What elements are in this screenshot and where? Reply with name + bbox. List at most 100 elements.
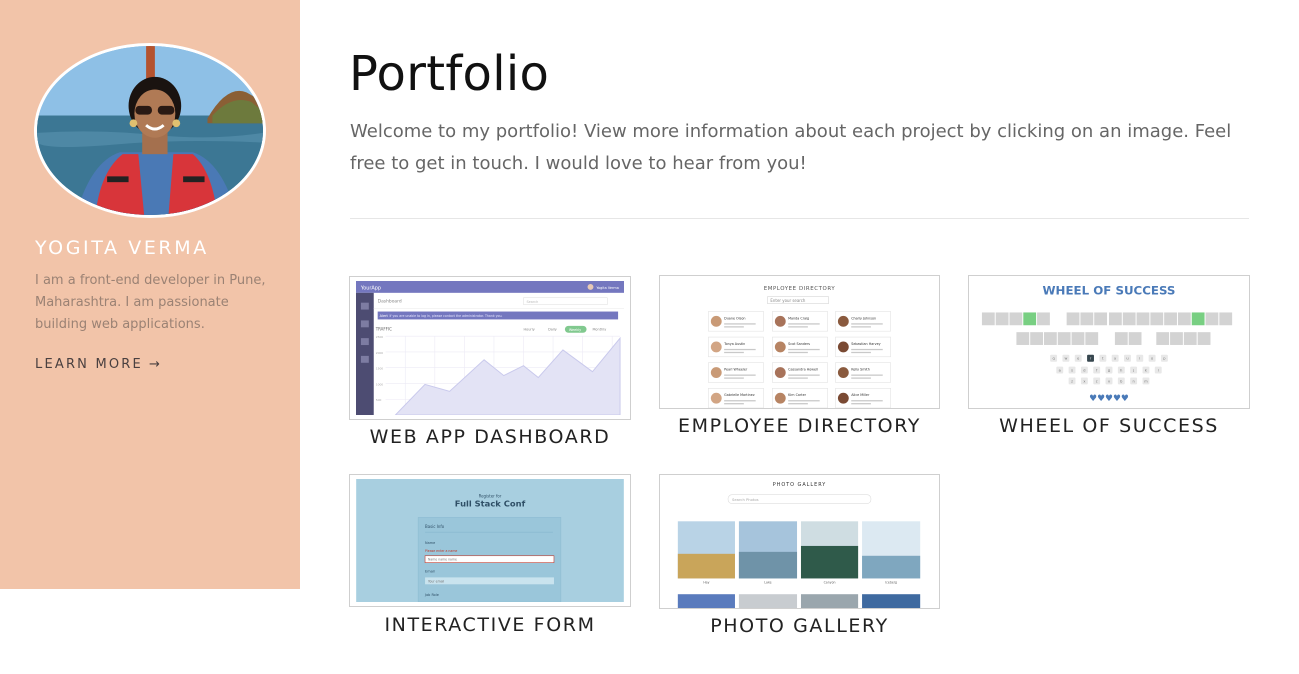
learn-more-link[interactable]: LEARN MORE → bbox=[35, 357, 162, 372]
employee-detail-line bbox=[851, 351, 871, 354]
project-card-web-app-dashboard[interactable]: YourApp Yogita Verma Dashboard Search Al… bbox=[349, 276, 631, 448]
keyboard-key-label: a bbox=[1059, 369, 1061, 373]
employee-detail-line bbox=[724, 400, 756, 402]
project-title: WHEEL OF SUCCESS bbox=[999, 415, 1219, 437]
phrase-letter-tile bbox=[1136, 312, 1150, 326]
employee-detail-line bbox=[788, 403, 808, 405]
employee-detail-line bbox=[724, 377, 744, 379]
form-section: Basic Info bbox=[425, 524, 445, 529]
phrase-letter-tile bbox=[1191, 312, 1205, 326]
employee-avatar bbox=[774, 341, 786, 353]
y-tick: 500 bbox=[376, 398, 382, 402]
project-card-photo-gallery[interactable]: PHOTO GALLERY Search Photos Hay Lake Can… bbox=[659, 474, 940, 638]
profile-name: YOGITA VERMA bbox=[35, 237, 209, 259]
phrase-letter-tile bbox=[1219, 312, 1233, 326]
phrase-letter-tile bbox=[1170, 332, 1183, 345]
employee-detail-line bbox=[851, 403, 871, 405]
dashboard-alert-tag: Alert bbox=[380, 314, 389, 318]
phrase-letter-tile bbox=[1071, 332, 1085, 345]
phrase-letter-tile bbox=[1085, 332, 1099, 345]
arrow-right-icon: → bbox=[148, 357, 163, 372]
employee-name: Sebastian Harvey bbox=[851, 342, 880, 346]
phrase-letter-tile bbox=[1114, 332, 1128, 345]
employee-avatar bbox=[837, 315, 849, 327]
phrase-letter-tile bbox=[1023, 312, 1037, 326]
dashboard-logo: YourApp bbox=[360, 285, 381, 291]
phrase-letter-tile bbox=[1156, 332, 1170, 345]
page-title: Portfolio bbox=[349, 46, 550, 102]
employee-name: Tonya Austin bbox=[723, 342, 745, 346]
keyboard-key-label: n bbox=[1133, 379, 1135, 383]
project-thumbnail-dashboard[interactable]: YourApp Yogita Verma Dashboard Search Al… bbox=[349, 276, 631, 420]
employee-detail-line bbox=[724, 323, 756, 325]
keyboard-key-label: e bbox=[1077, 357, 1079, 361]
employee-detail-line bbox=[724, 351, 744, 354]
employee-detail-line bbox=[851, 323, 883, 325]
name-label: Name bbox=[425, 541, 435, 545]
email-placeholder: Your email bbox=[428, 579, 444, 583]
intro-text: Welcome to my portfolio! View more infor… bbox=[350, 121, 1232, 174]
employee-name: Pearl Wheeler bbox=[724, 368, 748, 372]
employee-detail-line bbox=[724, 326, 744, 328]
phrase-letter-tile bbox=[1128, 332, 1142, 345]
employee-avatar bbox=[710, 315, 722, 327]
photo-caption: Canyon bbox=[824, 580, 836, 584]
keyboard-key-label: x bbox=[1083, 379, 1085, 383]
project-thumbnail-interactive-form[interactable]: Register for Full Stack Conf Basic Info … bbox=[349, 474, 631, 607]
project-thumbnail-photo-gallery[interactable]: PHOTO GALLERY Search Photos Hay Lake Can… bbox=[659, 474, 940, 609]
employee-avatar bbox=[837, 341, 849, 353]
project-card-employee-directory[interactable]: EMPLOYEE DIRECTORY Enter your search Dua… bbox=[659, 275, 940, 437]
sidebar: YOGITA VERMA I am a front-end developer … bbox=[0, 0, 300, 589]
phrase-letter-tile bbox=[1109, 312, 1122, 326]
keyboard-key-label: y bbox=[1114, 357, 1116, 361]
name-placeholder: Name name name bbox=[428, 558, 457, 562]
dashboard-search: Search bbox=[526, 300, 538, 304]
employee-name: Scot Sanders bbox=[788, 342, 810, 346]
keyboard-key-label: d bbox=[1083, 369, 1085, 373]
gallery-title: PHOTO GALLERY bbox=[773, 482, 827, 488]
project-title: WEB APP DASHBOARD bbox=[369, 426, 611, 448]
y-tick: 2500 bbox=[376, 335, 384, 339]
employee-name: Alice Miller bbox=[851, 393, 870, 397]
employee-detail-line bbox=[788, 348, 820, 351]
dashboard-user: Yogita Verma bbox=[596, 286, 618, 290]
phrase-letter-tile bbox=[995, 312, 1009, 326]
conf-name: Full Stack Conf bbox=[455, 499, 526, 509]
employee-avatar bbox=[710, 367, 722, 378]
keyboard-key-label: h bbox=[1120, 369, 1122, 373]
employee-detail-line bbox=[788, 326, 808, 328]
keyboard-key-label: m bbox=[1144, 379, 1148, 383]
phrase-letter-tile bbox=[1164, 312, 1177, 326]
keyboard-key-label: j bbox=[1132, 369, 1134, 373]
employee-directory-preview: EMPLOYEE DIRECTORY Enter your search Dua… bbox=[708, 286, 891, 408]
period-hourly: Hourly bbox=[524, 327, 535, 331]
keyboard-key-label: o bbox=[1151, 357, 1153, 361]
employee-name: Gabrielle Martinez bbox=[724, 393, 755, 397]
photo-caption: Lake bbox=[764, 580, 771, 584]
photo-caption: Iceberg bbox=[885, 580, 897, 584]
keyboard-key-label: c bbox=[1096, 379, 1098, 383]
wheel-of-success-preview: WHEEL OF SUCCESS q w e r t y u i o pa s d f g h j k lz x c v… bbox=[981, 284, 1233, 404]
project-thumbnail-employee-directory[interactable]: EMPLOYEE DIRECTORY Enter your search Dua… bbox=[659, 275, 940, 409]
employee-avatar bbox=[774, 315, 786, 327]
employee-detail-line bbox=[851, 348, 883, 351]
project-card-interactive-form[interactable]: Register for Full Stack Conf Basic Info … bbox=[349, 474, 631, 636]
keyboard-key-label: g bbox=[1108, 369, 1110, 373]
employee-detail-line bbox=[851, 326, 871, 328]
phrase-letter-tile bbox=[981, 312, 995, 326]
project-title: PHOTO GALLERY bbox=[710, 615, 889, 637]
phrase-letter-tile bbox=[1094, 312, 1108, 326]
interactive-form-preview: Register for Full Stack Conf Basic Info … bbox=[356, 479, 624, 602]
gallery-search: Search Photos bbox=[732, 498, 759, 502]
employee-detail-line bbox=[788, 323, 820, 325]
directory-search: Enter your search bbox=[770, 298, 806, 303]
project-card-wheel-of-success[interactable]: WHEEL OF SUCCESS qwertyuiopasdfghjklzxcv… bbox=[968, 275, 1250, 437]
phrase-letter-tile bbox=[1150, 312, 1164, 326]
employee-detail-line bbox=[724, 403, 744, 405]
keyboard-key-label: l bbox=[1158, 369, 1159, 373]
y-tick: 1500 bbox=[376, 367, 384, 371]
learn-more-label: LEARN MORE bbox=[35, 357, 143, 372]
project-thumbnail-wheel-of-success[interactable]: WHEEL OF SUCCESS qwertyuiopasdfghjklzxcv… bbox=[968, 275, 1250, 409]
keyboard-key-label: z bbox=[1071, 379, 1073, 383]
employee-avatar bbox=[774, 392, 786, 404]
